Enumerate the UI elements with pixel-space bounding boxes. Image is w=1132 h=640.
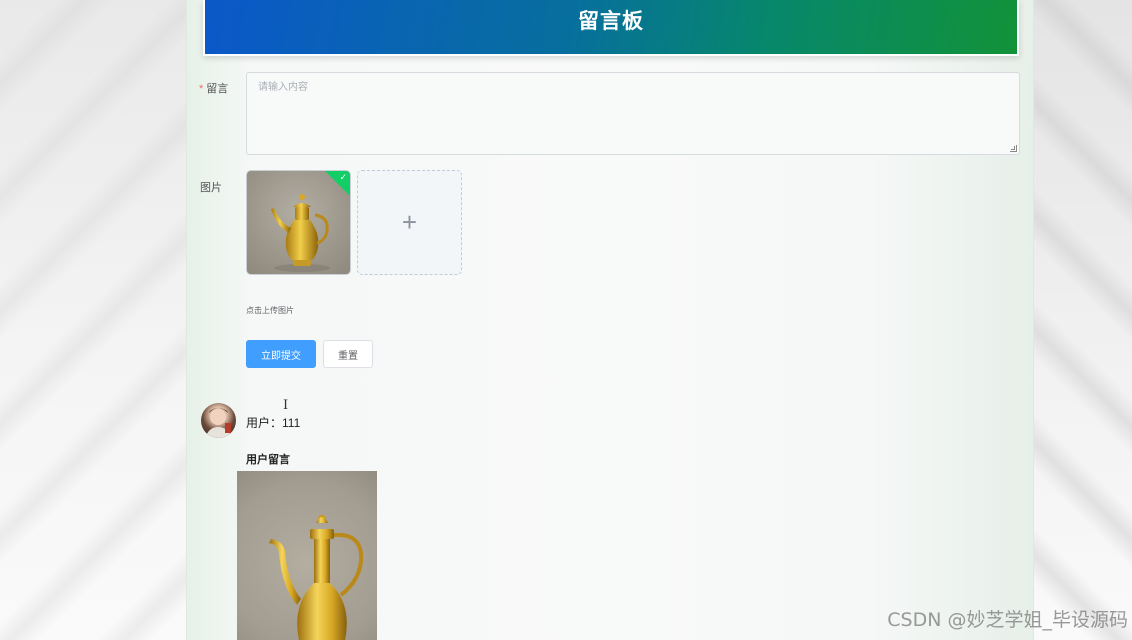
avatar-photo [205,408,232,438]
avatar [201,403,236,438]
page-title: 留言板 [578,10,644,33]
check-icon: ✓ [339,172,347,182]
image-label: 图片 [200,182,222,194]
uploaded-image-thumbnail[interactable]: ✓ [246,170,351,275]
watermark: CSDN @妙芝学姐_毕设源码 [887,609,1128,631]
main-panel: 留言板 * 留言 请输入内容 图片 ✓ + 点击上传图片 立即提交 重置 I 用… [186,0,1034,640]
page-banner: 留言板 [203,0,1019,56]
message-placeholder: 请输入内容 [258,82,308,93]
reset-button[interactable]: 重置 [323,340,373,368]
resize-handle[interactable] [1010,145,1017,152]
teapot-photo [269,515,364,640]
submit-button[interactable]: 立即提交 [246,340,316,368]
post-image [237,471,377,640]
teapot-image [271,194,330,272]
post-username: 用户：111 [246,416,301,430]
message-textarea[interactable]: 请输入内容 [246,72,1020,155]
post-title: 用户留言 [246,454,290,466]
text-cursor: I [283,398,289,413]
background-right [1034,0,1132,640]
background-left [0,0,186,640]
message-label: * 留言 [199,83,229,95]
upload-hint: 点击上传图片 [246,306,294,315]
required-mark: * [199,83,204,95]
plus-icon: + [401,207,418,237]
upload-trigger[interactable]: + [357,170,462,275]
